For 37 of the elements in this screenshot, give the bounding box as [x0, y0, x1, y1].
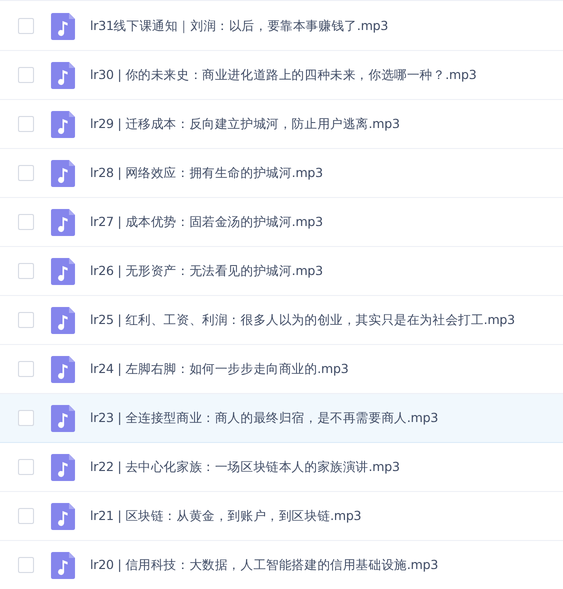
- music-file-icon: [51, 208, 75, 236]
- file-name: lr26 | 无形资产：无法看见的护城河.mp3: [90, 262, 323, 280]
- music-file-icon: [51, 62, 75, 88]
- file-name: lr30 | 你的未来史：商业进化道路上的四种未来，你选哪一种？.mp3: [90, 66, 477, 84]
- file-row[interactable]: lr23 | 全连接型商业：商人的最终归宿，是不再需要商人.mp3: [0, 394, 563, 443]
- checkbox[interactable]: [18, 361, 34, 377]
- file-name: lr31线下课通知｜刘润：以后，要靠本事赚钱了.mp3: [90, 18, 388, 34]
- checkbox[interactable]: [18, 508, 34, 524]
- music-file-icon: [51, 160, 75, 186]
- file-name: lr23 | 全连接型商业：商人的最终归宿，是不再需要商人.mp3: [90, 410, 438, 426]
- file-name: lr20 | 信用科技：大数据，人工智能搭建的信用基础设施.mp3: [90, 556, 438, 574]
- file-name: lr22 | 去中心化家族：一场区块链本人的家族演讲.mp3: [90, 458, 400, 476]
- checkbox[interactable]: [18, 410, 34, 426]
- music-file-icon: [51, 258, 75, 284]
- checkbox[interactable]: [18, 116, 34, 132]
- file-name: lr25 | 红利、工资、利润：很多人以为的创业，其实只是在为社会打工.mp3: [90, 312, 515, 328]
- music-file-icon: [51, 12, 75, 40]
- checkbox[interactable]: [18, 459, 34, 475]
- checkbox[interactable]: [18, 67, 34, 83]
- music-file-icon: [51, 454, 75, 480]
- file-name: lr21 | 区块链：从黄金，到账户，到区块链.mp3: [90, 508, 362, 524]
- checkbox[interactable]: [18, 263, 34, 279]
- file-name: lr28 | 网络效应：拥有生命的护城河.mp3: [90, 164, 323, 182]
- checkbox[interactable]: [18, 557, 34, 573]
- file-name: lr24 | 左脚右脚：如何一步步走向商业的.mp3: [90, 360, 349, 378]
- music-file-icon: [51, 356, 75, 382]
- file-name: lr27 | 成本优势：固若金汤的护城河.mp3: [90, 214, 323, 230]
- music-file-icon: [51, 502, 75, 530]
- file-name: lr29 | 迁移成本：反向建立护城河，防止用户逃离.mp3: [90, 116, 400, 132]
- checkbox[interactable]: [18, 312, 34, 328]
- checkbox[interactable]: [18, 165, 34, 181]
- checkbox[interactable]: [18, 214, 34, 230]
- checkbox[interactable]: [18, 18, 34, 34]
- music-file-icon: [51, 552, 75, 578]
- music-file-icon: [51, 306, 75, 334]
- music-file-icon: [51, 110, 75, 138]
- music-file-icon: [51, 404, 75, 432]
